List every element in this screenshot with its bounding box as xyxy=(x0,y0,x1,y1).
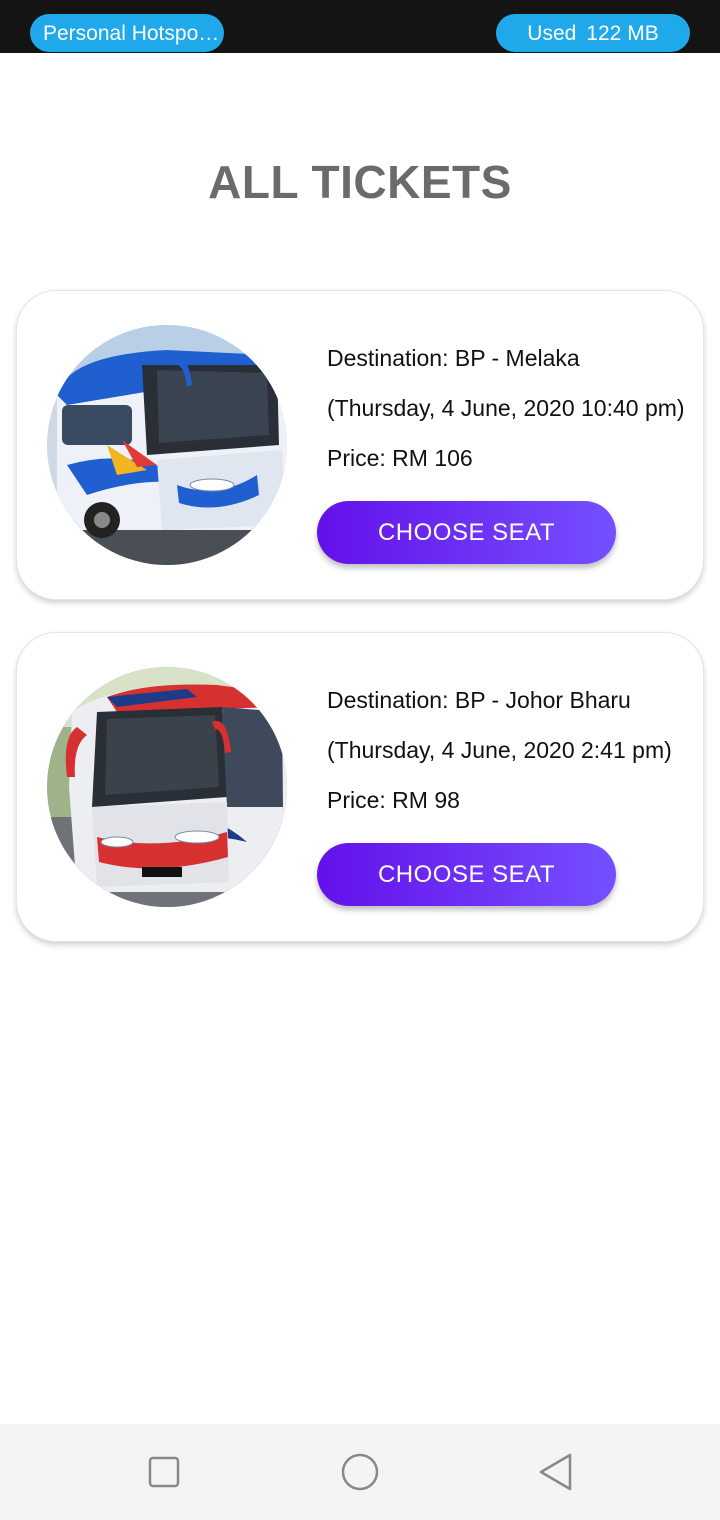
bus-photo xyxy=(47,667,287,907)
triangle-back-icon[interactable] xyxy=(534,1450,578,1494)
ticket-datetime: (Thursday, 4 June, 2020 10:40 pm) xyxy=(327,395,685,421)
ticket-card: Destination: BP - Johor Bharu (Thursday,… xyxy=(16,632,704,942)
ticket-info: Destination: BP - Johor Bharu (Thursday,… xyxy=(327,673,672,823)
data-used-label: Used xyxy=(527,22,577,45)
hotspot-label: Personal Hotspo… xyxy=(43,22,220,45)
circle-home-icon[interactable] xyxy=(338,1450,382,1494)
ticket-info: Destination: BP - Melaka (Thursday, 4 Ju… xyxy=(327,331,685,481)
navigation-bar xyxy=(0,1424,720,1520)
square-recents-icon[interactable] xyxy=(142,1450,186,1494)
ticket-card: Destination: BP - Melaka (Thursday, 4 Ju… xyxy=(16,290,704,600)
page-title: ALL TICKETS xyxy=(208,156,512,208)
choose-seat-button[interactable]: CHOOSE SEAT xyxy=(317,843,616,906)
status-bar: Personal Hotspo… Used 122 MB xyxy=(0,0,720,53)
bus-image-icon xyxy=(47,325,287,565)
data-used-value: 122 MB xyxy=(586,22,659,45)
choose-seat-button[interactable]: CHOOSE SEAT xyxy=(317,501,616,564)
ticket-price: Price: RM 98 xyxy=(327,787,460,813)
ticket-price: Price: RM 106 xyxy=(327,445,473,471)
bus-photo xyxy=(47,325,287,565)
data-usage-pill[interactable]: Used 122 MB xyxy=(496,14,690,52)
ticket-destination: Destination: BP - Johor Bharu xyxy=(327,687,631,713)
ticket-datetime: (Thursday, 4 June, 2020 2:41 pm) xyxy=(327,737,672,763)
bus-image-icon xyxy=(47,667,287,907)
hotspot-pill[interactable]: Personal Hotspo… xyxy=(30,14,224,52)
ticket-destination: Destination: BP - Melaka xyxy=(327,345,580,371)
